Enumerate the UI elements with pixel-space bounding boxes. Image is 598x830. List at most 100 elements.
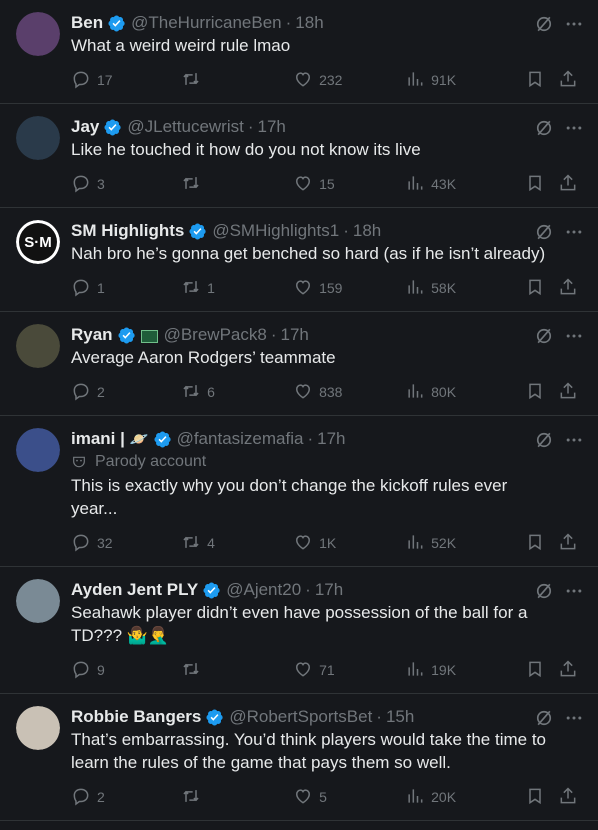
reply-button[interactable]: 1 — [71, 277, 181, 300]
grok-icon[interactable] — [534, 14, 554, 34]
more-icon[interactable] — [564, 326, 584, 346]
avatar[interactable] — [16, 324, 60, 368]
more-icon[interactable] — [564, 581, 584, 601]
verified-badge-icon[interactable] — [117, 326, 136, 345]
views-button[interactable]: 91K — [405, 69, 525, 92]
avatar[interactable] — [16, 12, 60, 56]
verified-badge-icon[interactable] — [188, 222, 207, 241]
bookmark-button[interactable] — [525, 69, 558, 92]
grok-icon[interactable] — [534, 430, 554, 450]
bookmark-button[interactable] — [525, 173, 558, 196]
grok-icon[interactable] — [534, 222, 554, 242]
tweet[interactable]: Robbie Bangers @RobertSportsBet · 15h Th… — [0, 694, 598, 821]
views-button[interactable]: 20K — [405, 786, 525, 809]
author-name[interactable]: imani | — [71, 429, 125, 449]
author-name[interactable]: Jay — [71, 117, 99, 137]
avatar[interactable] — [16, 116, 60, 160]
author-handle[interactable]: @Ajent20 — [226, 580, 301, 600]
retweet-button[interactable]: 1 — [181, 277, 293, 300]
timestamp[interactable]: 17h — [258, 117, 286, 137]
author-name[interactable]: Robbie Bangers — [71, 707, 201, 727]
tweet[interactable]: Ayden Jent PLY @Ajent20 · 17h Seahawk pl… — [0, 567, 598, 694]
bookmark-button[interactable] — [525, 786, 558, 809]
grok-icon[interactable] — [534, 708, 554, 728]
timestamp[interactable]: 18h — [295, 13, 323, 33]
retweet-button[interactable] — [181, 659, 293, 682]
views-button[interactable]: 52K — [405, 532, 525, 555]
share-button[interactable] — [558, 659, 582, 682]
retweet-button[interactable]: 4 — [181, 532, 293, 555]
more-icon[interactable] — [564, 222, 584, 242]
views-button[interactable]: 43K — [405, 173, 525, 196]
share-button[interactable] — [558, 786, 582, 809]
share-button[interactable] — [558, 277, 582, 300]
timestamp[interactable]: 17h — [281, 325, 309, 345]
like-button[interactable]: 159 — [293, 277, 405, 300]
more-icon[interactable] — [564, 118, 584, 138]
reply-button[interactable]: 17 — [71, 69, 181, 92]
author-handle[interactable]: @JLettucewrist — [127, 117, 243, 137]
like-button[interactable]: 15 — [293, 173, 405, 196]
retweet-button[interactable] — [181, 786, 293, 809]
reply-button[interactable]: 9 — [71, 659, 181, 682]
tweet[interactable]: S·M SM Highlights @SMHighlights1 · 18h N… — [0, 208, 598, 312]
timestamp[interactable]: 17h — [317, 429, 345, 449]
reply-button[interactable]: 2 — [71, 381, 181, 404]
retweet-button[interactable] — [181, 173, 293, 196]
reply-button[interactable]: 2 — [71, 786, 181, 809]
tweet[interactable]: Jay @JLettucewrist · 17h Like he touched… — [0, 104, 598, 208]
retweet-button[interactable] — [181, 69, 293, 92]
more-icon[interactable] — [564, 14, 584, 34]
author-handle[interactable]: @BrewPack8 — [164, 325, 267, 345]
more-icon[interactable] — [564, 708, 584, 728]
bookmark-button[interactable] — [525, 277, 558, 300]
share-button[interactable] — [558, 532, 582, 555]
avatar[interactable]: S·M — [16, 220, 60, 264]
like-button[interactable]: 5 — [293, 786, 405, 809]
timestamp[interactable]: 15h — [386, 707, 414, 727]
author-name[interactable]: SM Highlights — [71, 221, 184, 241]
timestamp[interactable]: 18h — [353, 221, 381, 241]
like-button[interactable]: 1K — [293, 532, 405, 555]
tweet[interactable]: Ryan Karen @BrewPack8 · 17h Average Aaro… — [0, 312, 598, 416]
views-button[interactable]: 58K — [405, 277, 525, 300]
share-button[interactable] — [558, 173, 582, 196]
views-button[interactable]: 19K — [405, 659, 525, 682]
bookmark-button[interactable] — [525, 381, 558, 404]
affiliate-badge[interactable]: Karen — [140, 329, 158, 343]
views-button[interactable]: 80K — [405, 381, 525, 404]
avatar[interactable] — [16, 706, 60, 750]
author-name[interactable]: Ayden Jent PLY — [71, 580, 198, 600]
bookmark-button[interactable] — [525, 532, 558, 555]
avatar[interactable] — [16, 428, 60, 472]
author-name[interactable]: Ryan — [71, 325, 113, 345]
tweet[interactable]: imani | 🪐 @fantasizemafia · 17h Parody a… — [0, 416, 598, 567]
share-button[interactable] — [558, 69, 582, 92]
verified-badge-icon[interactable] — [103, 118, 122, 137]
more-icon[interactable] — [564, 430, 584, 450]
verified-badge-icon[interactable] — [202, 581, 221, 600]
tweet[interactable]: Ben @TheHurricaneBen · 18h What a weird … — [0, 0, 598, 104]
like-button[interactable]: 838 — [293, 381, 405, 404]
author-handle[interactable]: @TheHurricaneBen — [131, 13, 282, 33]
author-handle[interactable]: @SMHighlights1 — [212, 221, 339, 241]
grok-icon[interactable] — [534, 326, 554, 346]
timestamp[interactable]: 17h — [315, 580, 343, 600]
reply-button[interactable]: 32 — [71, 532, 181, 555]
grok-icon[interactable] — [534, 118, 554, 138]
author-name[interactable]: Ben — [71, 13, 103, 33]
verified-badge-icon[interactable] — [205, 708, 224, 727]
reply-button[interactable]: 3 — [71, 173, 181, 196]
grok-icon[interactable] — [534, 581, 554, 601]
author-handle[interactable]: @fantasizemafia — [177, 429, 304, 449]
author-handle[interactable]: @RobertSportsBet — [229, 707, 372, 727]
share-button[interactable] — [558, 381, 582, 404]
bookmark-button[interactable] — [525, 659, 558, 682]
verified-badge-icon[interactable] — [153, 430, 172, 449]
verified-badge-icon[interactable] — [107, 14, 126, 33]
like-button[interactable]: 71 — [293, 659, 405, 682]
avatar[interactable] — [16, 579, 60, 623]
like-button[interactable]: 232 — [293, 69, 405, 92]
retweet-button[interactable]: 6 — [181, 381, 293, 404]
separator-dot: · — [270, 325, 277, 344]
